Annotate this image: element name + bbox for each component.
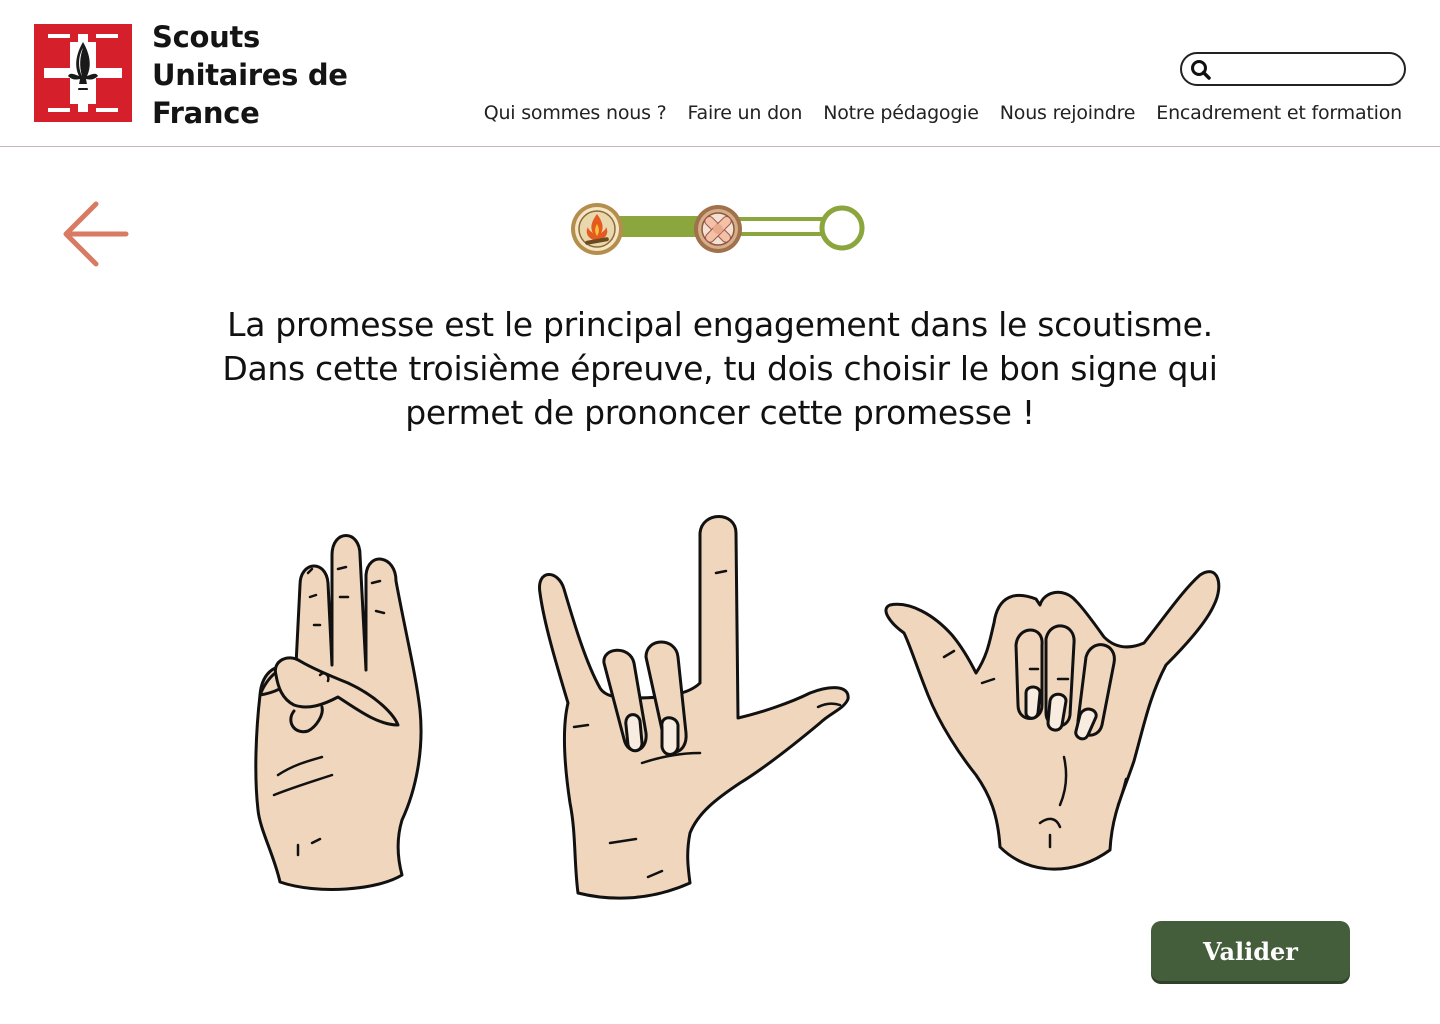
- nav-link-donate[interactable]: Faire un don: [688, 102, 803, 124]
- brand-line: Scouts: [152, 20, 260, 54]
- shaka-hand-icon[interactable]: [880, 565, 1230, 885]
- main-nav: Qui sommes nous ? Faire un don Notre péd…: [484, 102, 1403, 124]
- nav-link-training[interactable]: Encadrement et formation: [1156, 102, 1402, 124]
- campfire-badge-icon: [571, 203, 623, 255]
- bandage-badge-icon: [694, 205, 742, 253]
- search-box[interactable]: [1180, 52, 1406, 86]
- three-finger-salute-hand-icon[interactable]: [238, 525, 438, 895]
- search-input[interactable]: [1218, 58, 1398, 82]
- back-arrow-icon[interactable]: [60, 198, 132, 270]
- nav-link-join[interactable]: Nous rejoindre: [1000, 102, 1136, 124]
- nav-link-pedagogy[interactable]: Notre pédagogie: [823, 102, 979, 124]
- index-and-thumb-hand-icon[interactable]: [530, 513, 860, 903]
- question-line: Dans cette troisième épreuve, tu dois ch…: [222, 349, 1218, 388]
- question-line: permet de prononcer cette promesse !: [405, 393, 1035, 432]
- brand-name[interactable]: Scouts Unitaires de France: [152, 18, 382, 132]
- nav-link-about[interactable]: Qui sommes nous ?: [484, 102, 667, 124]
- empty-circle-icon: [819, 205, 865, 251]
- progress-tracker: [571, 203, 865, 255]
- site-header: Scouts Unitaires de France Qui sommes no…: [0, 0, 1440, 147]
- scouts-logo-icon[interactable]: [34, 24, 132, 122]
- brand-line: Unitaires de: [152, 58, 348, 92]
- question-text: La promesse est le principal engagement …: [150, 303, 1290, 435]
- search-icon[interactable]: [1190, 59, 1212, 81]
- brand-line: France: [152, 96, 260, 130]
- question-line: La promesse est le principal engagement …: [227, 305, 1213, 344]
- validate-button[interactable]: Valider: [1151, 921, 1350, 981]
